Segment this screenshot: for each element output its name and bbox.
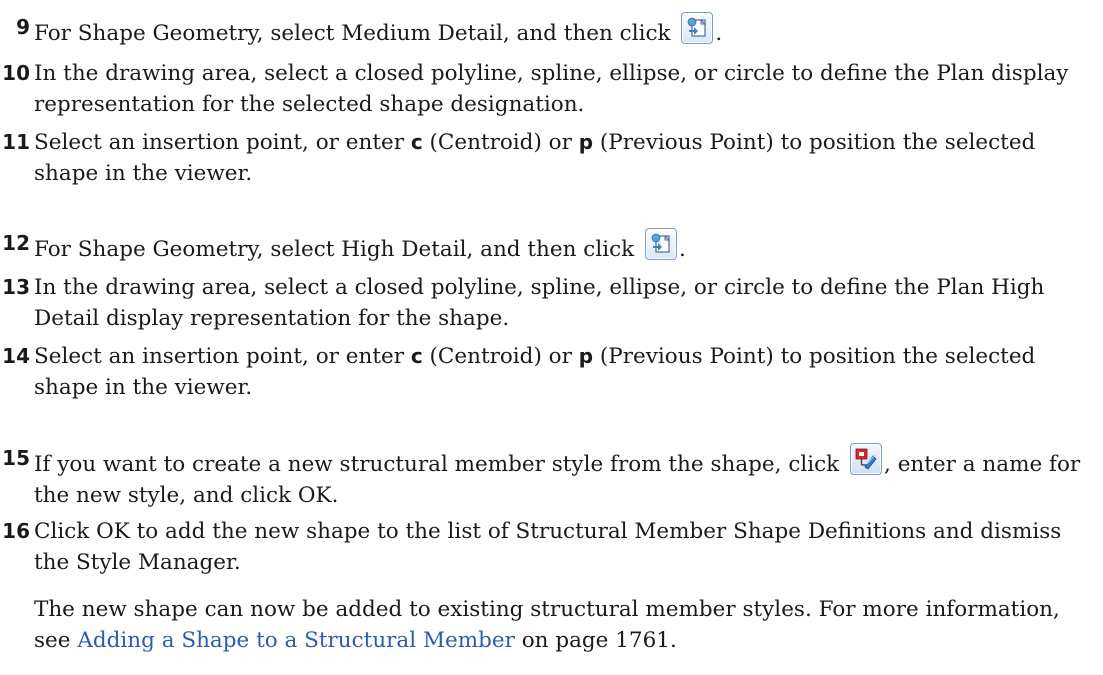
step-13: 13 In the drawing area, select a closed … (0, 272, 1095, 334)
step-10: 10 In the drawing area, select a closed … (0, 58, 1095, 120)
step-text-end: . (715, 21, 723, 46)
step-text: Select an insertion point, or enter (34, 130, 404, 155)
step-text: Select an insertion point, or enter (34, 344, 404, 369)
note-text-end: on page 1761. (521, 628, 677, 653)
step-number: 9 (16, 15, 30, 39)
step-14: 14 Select an insertion point, or enter c… (0, 341, 1095, 403)
step-text: In the drawing area, select a closed pol… (34, 275, 1045, 331)
step-number: 11 (2, 130, 30, 154)
step-text: (Centroid) or (429, 130, 572, 155)
command-key-p: p (578, 130, 594, 154)
create-member-style-button[interactable] (850, 443, 883, 475)
select-geometry-icon (687, 17, 707, 37)
step-number: 16 (2, 519, 30, 543)
step-text: For Shape Geometry, select High Detail, … (34, 237, 635, 262)
step-16: 16 Click OK to add the new shape to the … (0, 516, 1095, 578)
step-number: 12 (2, 231, 30, 255)
step-text-end: . (679, 237, 686, 262)
step-number: 15 (2, 446, 30, 470)
step-12: 12 For Shape Geometry, select High Detai… (0, 228, 1095, 265)
step-number: 14 (2, 344, 30, 368)
step-11: 11 Select an insertion point, or enter c… (0, 127, 1095, 189)
select-geometry-button[interactable] (681, 12, 714, 44)
select-geometry-icon (651, 233, 671, 253)
command-key-p: p (578, 344, 594, 368)
step-text: Click OK to add the new shape to the lis… (34, 519, 1062, 575)
select-geometry-button[interactable] (645, 228, 677, 260)
step-text: For Shape Geometry, select Medium Detail… (34, 21, 671, 46)
command-key-c: c (410, 344, 423, 368)
note-paragraph: The new shape can now be added to existi… (34, 594, 1094, 656)
step-number: 13 (2, 275, 30, 299)
step-number: 10 (2, 61, 30, 85)
document-page: 9 For Shape Geometry, select Medium Deta… (0, 0, 1103, 675)
step-9: 9 For Shape Geometry, select Medium Deta… (0, 12, 1095, 49)
step-text: In the drawing area, select a closed pol… (34, 61, 1069, 117)
step-text: (Centroid) or (429, 344, 572, 369)
step-text: If you want to create a new structural m… (34, 452, 840, 477)
step-15: 15 If you want to create a new structura… (0, 443, 1095, 511)
create-member-style-icon (855, 448, 877, 470)
cross-reference-link[interactable]: Adding a Shape to a Structural Member (77, 628, 515, 653)
command-key-c: c (410, 130, 423, 154)
